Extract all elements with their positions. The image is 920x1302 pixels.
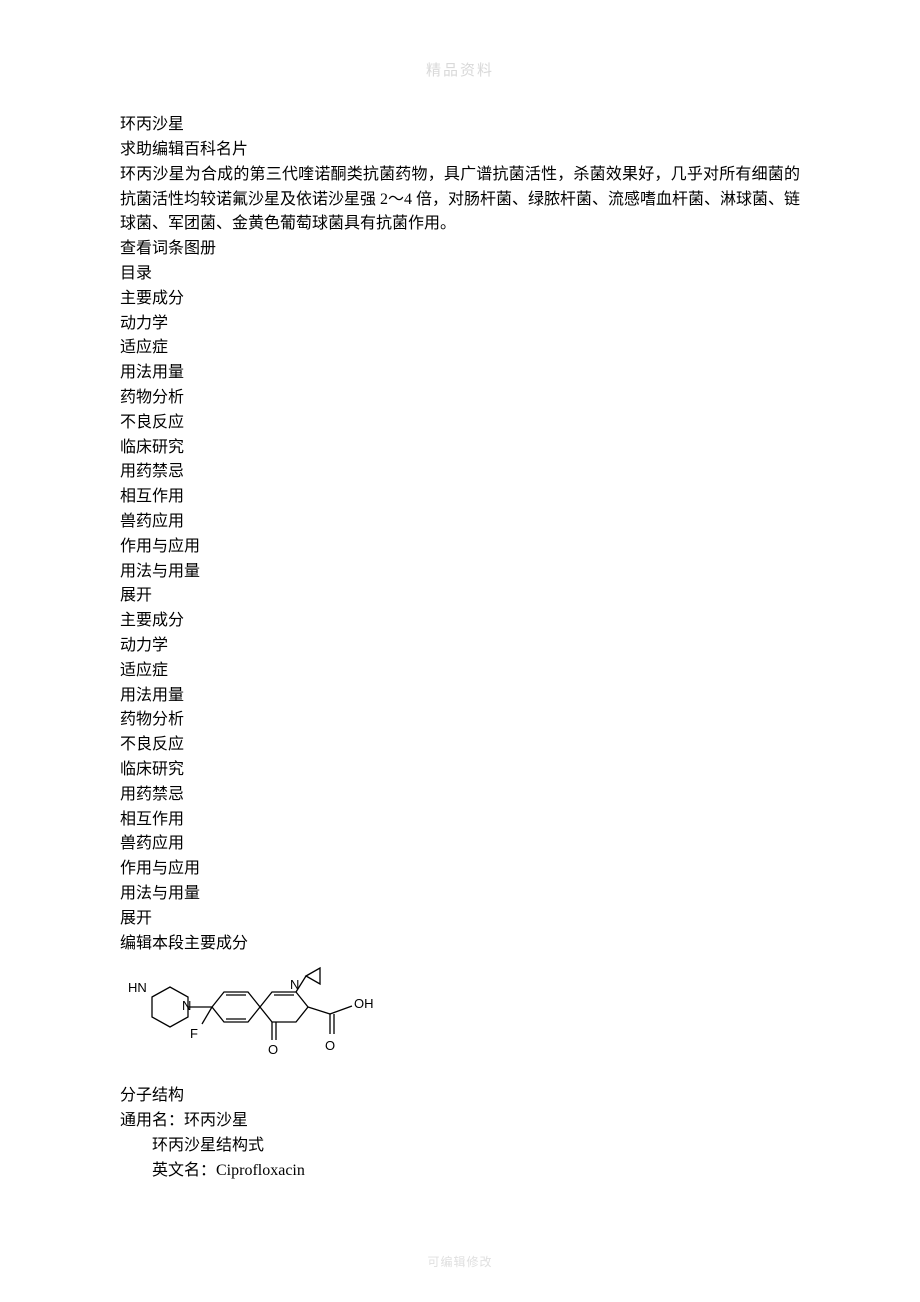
label-hn: HN — [128, 980, 147, 995]
toc-item[interactable]: 不良反应 — [120, 733, 800, 758]
intro-paragraph: 环丙沙星为合成的第三代喹诺酮类抗菌药物，具广谱抗菌活性，杀菌效果好，几乎对所有细… — [120, 163, 800, 237]
toc-item[interactable]: 兽药应用 — [120, 510, 800, 535]
toc-item[interactable]: 适应症 — [120, 336, 800, 361]
watermark-top: 精品资料 — [120, 60, 800, 83]
toc-item[interactable]: 用法用量 — [120, 361, 800, 386]
toc-item[interactable]: 相互作用 — [120, 485, 800, 510]
molecular-structure-label: 分子结构 — [120, 1084, 800, 1109]
toc-header: 目录 — [120, 262, 800, 287]
toc-item[interactable]: 临床研究 — [120, 436, 800, 461]
toc-item[interactable]: 主要成分 — [120, 287, 800, 312]
toc-item[interactable]: 相互作用 — [120, 808, 800, 833]
structure-formula-line: 环丙沙星结构式 — [120, 1134, 800, 1159]
toc-item[interactable]: 用法与用量 — [120, 560, 800, 585]
toc-item[interactable]: 兽药应用 — [120, 832, 800, 857]
toc-item[interactable]: 主要成分 — [120, 609, 800, 634]
toc-item[interactable]: 临床研究 — [120, 758, 800, 783]
toc-expand[interactable]: 展开 — [120, 907, 800, 932]
toc-item[interactable]: 用法与用量 — [120, 882, 800, 907]
help-edit-card[interactable]: 求助编辑百科名片 — [120, 138, 800, 163]
toc-item[interactable]: 药物分析 — [120, 708, 800, 733]
toc-item[interactable]: 动力学 — [120, 312, 800, 337]
toc-item[interactable]: 药物分析 — [120, 386, 800, 411]
label-f: F — [190, 1026, 198, 1041]
toc-item[interactable]: 用药禁忌 — [120, 460, 800, 485]
toc-item[interactable]: 动力学 — [120, 634, 800, 659]
label-n-left: N — [182, 998, 191, 1013]
section-heading: 编辑本段主要成分 — [120, 932, 800, 957]
generic-name-line: 通用名：环丙沙星 — [120, 1109, 800, 1134]
molecular-structure-diagram: HN N N F O O OH — [120, 962, 800, 1082]
toc-item[interactable]: 不良反应 — [120, 411, 800, 436]
toc-item[interactable]: 适应症 — [120, 659, 800, 684]
label-o2: O — [325, 1038, 335, 1053]
english-name-line: 英文名：Ciprofloxacin — [120, 1159, 800, 1184]
toc-item[interactable]: 用法用量 — [120, 684, 800, 709]
toc-expand[interactable]: 展开 — [120, 584, 800, 609]
view-album-link[interactable]: 查看词条图册 — [120, 237, 800, 262]
toc-item[interactable]: 用药禁忌 — [120, 783, 800, 808]
label-o1: O — [268, 1042, 278, 1057]
toc-item[interactable]: 作用与应用 — [120, 535, 800, 560]
watermark-bottom: 可编辑修改 — [0, 1253, 920, 1272]
label-oh: OH — [354, 996, 374, 1011]
label-n-right: N — [290, 977, 299, 992]
toc-item[interactable]: 作用与应用 — [120, 857, 800, 882]
page-title: 环丙沙星 — [120, 113, 800, 138]
